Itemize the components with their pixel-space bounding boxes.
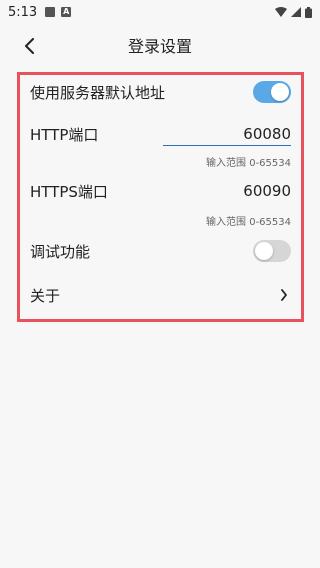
row-debug: 调试功能 — [30, 239, 291, 263]
http-port-input[interactable] — [163, 122, 291, 146]
toggle-knob — [255, 242, 273, 260]
wifi-icon — [275, 7, 287, 17]
settings-card: 使用服务器默认地址 HTTP端口 输入范围 0-65534 HTTPS端口 输入… — [17, 72, 304, 322]
status-icons — [275, 6, 312, 18]
page-title: 登录设置 — [127, 37, 192, 56]
use-default-address-toggle[interactable] — [253, 81, 291, 103]
back-button[interactable] — [18, 34, 42, 58]
http-port-hint: 输入范围 0-65534 — [206, 158, 291, 169]
signal-icon — [291, 7, 301, 17]
notification-icon — [45, 7, 56, 17]
https-port-hint: 输入范围 0-65534 — [206, 217, 291, 228]
https-port-label: HTTPS端口 — [30, 182, 108, 201]
debug-toggle[interactable] — [253, 240, 291, 262]
chevron-left-icon — [25, 38, 34, 54]
row-http-port: HTTP端口 — [30, 122, 291, 146]
top-bar: 登录设置 — [0, 24, 320, 66]
about-label: 关于 — [30, 286, 61, 305]
status-bar: 5:13 A — [0, 0, 320, 24]
battery-icon — [305, 6, 312, 18]
row-about[interactable]: 关于 — [30, 283, 291, 307]
http-port-label: HTTP端口 — [30, 125, 99, 144]
use-default-address-label: 使用服务器默认地址 — [30, 83, 166, 102]
status-time: 5:13 — [8, 4, 38, 20]
row-https-port: HTTPS端口 — [30, 179, 291, 203]
row-use-default-address: 使用服务器默认地址 — [30, 80, 291, 104]
toggle-knob — [271, 83, 289, 101]
chevron-right-icon — [277, 288, 291, 302]
app-notification-icon: A — [61, 7, 72, 17]
https-port-input[interactable] — [163, 180, 291, 202]
debug-label: 调试功能 — [30, 242, 91, 261]
